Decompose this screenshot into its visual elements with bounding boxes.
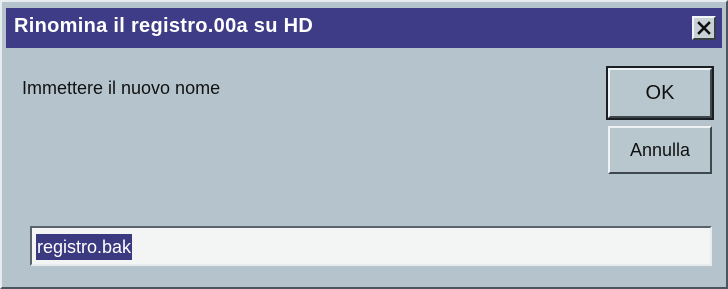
window-title: Rinomina il registro.00a su HD xyxy=(14,15,314,37)
close-button[interactable] xyxy=(692,16,716,40)
prompt-label: Immettere il nuovo nome xyxy=(22,78,221,98)
title-bar[interactable]: Rinomina il registro.00a su HD xyxy=(6,8,722,48)
rename-dialog: Rinomina il registro.00a su HD Immettere… xyxy=(0,0,728,289)
new-name-input[interactable]: registro.bak xyxy=(30,226,712,266)
ok-button[interactable]: OK xyxy=(606,66,714,120)
selected-input-text: registro.bak xyxy=(36,234,133,260)
close-icon xyxy=(697,21,711,35)
cancel-button[interactable]: Annulla xyxy=(608,126,712,174)
